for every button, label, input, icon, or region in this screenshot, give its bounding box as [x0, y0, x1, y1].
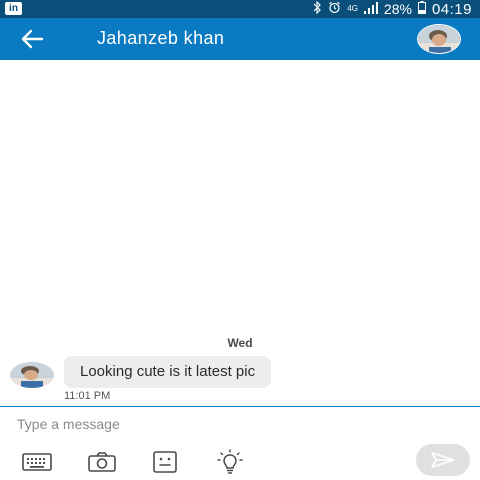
sticker-button[interactable] — [150, 449, 180, 475]
signal-icon — [363, 1, 378, 17]
sender-avatar[interactable] — [10, 362, 54, 388]
camera-icon — [88, 452, 116, 472]
alarm-icon — [328, 1, 341, 17]
message-input[interactable] — [0, 408, 480, 440]
linkedin-logo-icon: in — [5, 2, 22, 15]
back-button[interactable] — [18, 26, 46, 52]
battery-icon — [417, 1, 426, 17]
day-separator: Wed — [227, 336, 253, 350]
network-type: 4G — [347, 4, 358, 13]
lightbulb-icon — [217, 449, 243, 474]
contact-avatar[interactable] — [417, 24, 461, 54]
status-bar: in 4G 28% 04:19 — [0, 0, 480, 18]
clock: 04:19 — [431, 0, 472, 18]
keyboard-button[interactable] — [22, 449, 52, 475]
idea-button[interactable] — [215, 449, 245, 475]
camera-button[interactable] — [87, 449, 117, 475]
bluetooth-icon — [312, 0, 322, 17]
keyboard-icon — [22, 453, 52, 471]
composer-divider — [0, 406, 480, 407]
conversation-area[interactable]: Wed Looking cute is it latest pic 11:01 … — [0, 60, 480, 405]
messaging-screen: in 4G 28% 04:19 Jahanzeb khan Wed Lookin… — [0, 0, 480, 480]
contact-name[interactable]: Jahanzeb khan — [97, 28, 224, 49]
arrow-left-icon — [21, 29, 44, 49]
app-bar: Jahanzeb khan — [0, 18, 480, 60]
message-timestamp: 11:01 PM — [64, 390, 111, 402]
battery-percent: 28% — [383, 1, 412, 17]
message-bubble[interactable]: Looking cute is it latest pic — [64, 356, 272, 388]
send-icon — [431, 452, 455, 468]
sticker-icon — [153, 451, 177, 473]
status-indicators: 4G 28% 04:19 — [312, 0, 472, 18]
send-button[interactable] — [416, 444, 470, 476]
